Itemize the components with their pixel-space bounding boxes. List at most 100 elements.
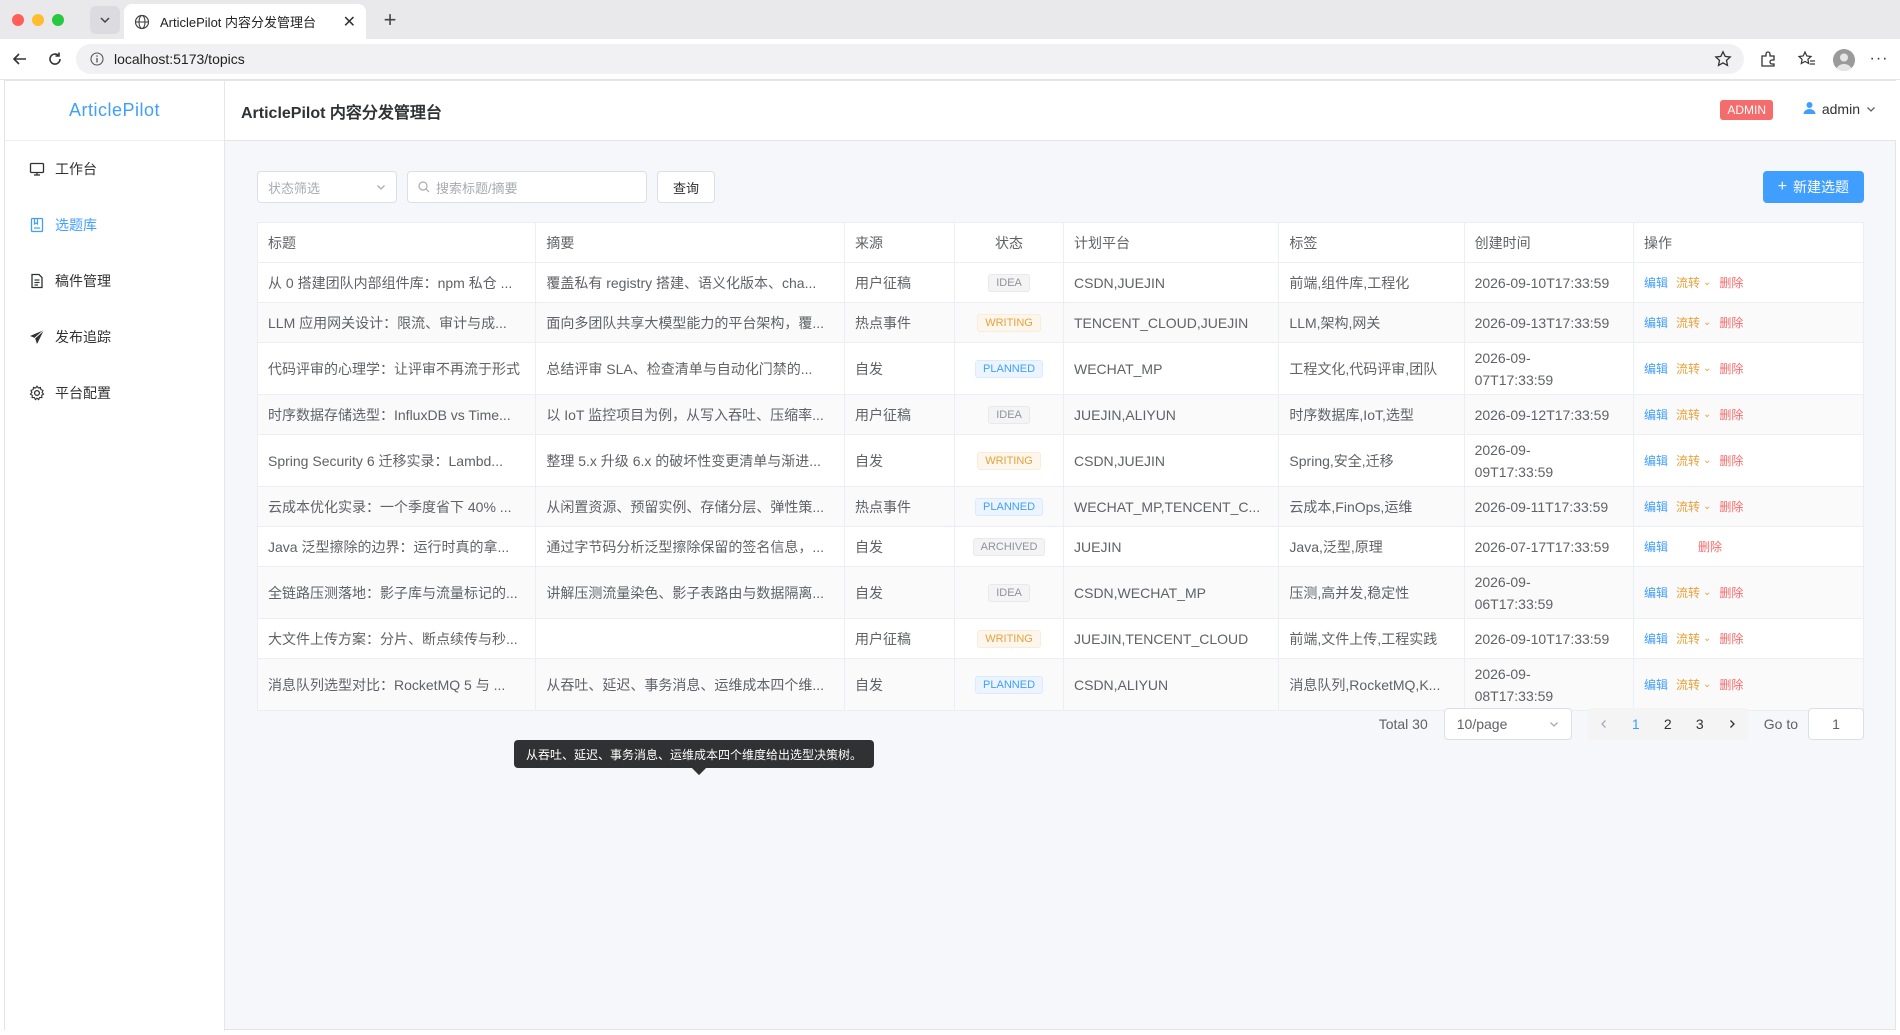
sidebar-item-publish-tracking[interactable]: 发布追踪 (5, 309, 224, 365)
delete-link[interactable]: 删除 (1719, 498, 1743, 515)
topics-table: 标题 摘要 来源 状态 计划平台 标签 创建时间 操作 从 0 搭建团队内部组件… (256, 222, 1864, 711)
chevron-right-icon (1729, 720, 1735, 728)
cell-platforms: JUEJIN,TENCENT_CLOUD (1062, 618, 1280, 659)
delete-link[interactable]: 删除 (1719, 314, 1743, 331)
edit-link[interactable]: 编辑 (1644, 630, 1668, 647)
edit-link[interactable]: 编辑 (1644, 452, 1668, 469)
flow-dropdown[interactable]: 流转 (1676, 498, 1700, 515)
edit-link[interactable]: 编辑 (1644, 314, 1668, 331)
new-tab-button[interactable]: + (376, 6, 404, 34)
page-list: 1 2 3 (1587, 708, 1748, 740)
search-placeholder: 搜索标题/摘要 (436, 180, 518, 196)
browser-tab[interactable]: ArticlePilot 内容分发管理台 ✕ (124, 4, 366, 39)
edit-link[interactable]: 编辑 (1644, 538, 1668, 555)
address-bar[interactable]: localhost:5173/topics (76, 44, 1744, 74)
tab-close-icon[interactable]: ✕ (343, 12, 356, 32)
pagination-total: Total 30 (1378, 716, 1428, 732)
page-1-button[interactable]: 1 (1620, 708, 1652, 740)
cell-created: 2026-09-10T17:33:59 (1463, 262, 1635, 303)
table-row: Java 泛型擦除的边界：运行时真的拿... 通过字节码分析泛型擦除保留的签名信息… (256, 526, 1864, 567)
profile-avatar[interactable] (1833, 49, 1855, 71)
status-tag: IDEA (988, 274, 1030, 292)
extensions-button[interactable] (1757, 48, 1779, 70)
page-2-button[interactable]: 2 (1652, 708, 1684, 740)
delete-link[interactable]: 删除 (1719, 584, 1743, 601)
cell-created: 2026-09- 06T17:33:59 (1463, 566, 1635, 619)
cell-tags: 云成本,FinOps,运维 (1278, 486, 1465, 527)
edit-link[interactable]: 编辑 (1644, 584, 1668, 601)
status-tag: PLANNED (975, 360, 1044, 378)
status-filter-select[interactable]: 状态筛选 (257, 171, 397, 203)
username: admin (1821, 101, 1860, 117)
close-window-button[interactable] (12, 14, 24, 26)
cell-platforms: JUEJIN,ALIYUN (1062, 394, 1280, 435)
favorites-button[interactable] (1796, 48, 1818, 70)
sidebar: ArticlePilot 工作台 选题库 稿件管理 发布追踪 平台配置 (5, 81, 225, 1031)
delete-link[interactable]: 删除 (1719, 676, 1743, 693)
cell-summary: 通过字节码分析泛型擦除保留的签名信息，... (535, 526, 845, 567)
prev-page-button[interactable] (1588, 708, 1620, 740)
sidebar-item-label: 工作台 (55, 161, 97, 177)
search-input[interactable]: 搜索标题/摘要 (407, 171, 647, 203)
sidebar-item-manuscripts[interactable]: 稿件管理 (5, 253, 224, 309)
browser-toolbar: localhost:5173/topics ··· (0, 39, 1900, 80)
reload-button[interactable] (44, 48, 66, 70)
cell-status: PLANNED (954, 486, 1064, 527)
cell-platforms: CSDN,WECHAT_MP (1062, 566, 1280, 619)
cell-source: 热点事件 (843, 486, 956, 527)
edit-link[interactable]: 编辑 (1644, 676, 1668, 693)
cell-actions: 编辑 流转 ⌄ 删除 (1633, 342, 1864, 395)
tab-title: ArticlePilot 内容分发管理台 (160, 15, 317, 30)
table-row: 全链路压测落地：影子库与流量标记的... 讲解压测流量染色、影子表路由与数据隔离.… (256, 566, 1864, 619)
back-button[interactable] (9, 48, 31, 70)
app-header: ArticlePilot 内容分发管理台 ADMIN admin (225, 81, 1896, 141)
delete-link[interactable]: 删除 (1719, 630, 1743, 647)
cell-tags: Spring,安全,迁移 (1278, 434, 1465, 487)
cell-status: WRITING (954, 434, 1064, 487)
cell-source: 自发 (843, 434, 956, 487)
cell-title: 代码评审的心理学：让评审不再流于形式 (256, 342, 537, 395)
delete-link[interactable]: 删除 (1719, 452, 1743, 469)
user-menu[interactable]: admin (1803, 101, 1876, 117)
more-menu-button[interactable]: ··· (1868, 48, 1890, 70)
cell-created: 2026-09- 07T17:33:59 (1463, 342, 1635, 395)
flow-dropdown[interactable]: 流转 (1676, 360, 1700, 377)
sidebar-item-platform-config[interactable]: 平台配置 (5, 365, 224, 421)
flow-dropdown[interactable]: 流转 (1676, 314, 1700, 331)
more-dots-icon: ··· (1869, 50, 1889, 67)
sidebar-item-topics[interactable]: 选题库 (5, 197, 224, 253)
cell-created: 2026-09- 09T17:33:59 (1463, 434, 1635, 487)
flow-dropdown[interactable]: 流转 (1676, 406, 1700, 423)
edit-link[interactable]: 编辑 (1644, 360, 1668, 377)
query-button[interactable]: 查询 (657, 171, 716, 203)
flow-dropdown[interactable]: 流转 (1676, 584, 1700, 601)
delete-link[interactable]: 删除 (1698, 538, 1722, 555)
next-page-button[interactable] (1716, 708, 1748, 740)
delete-link[interactable]: 删除 (1719, 406, 1743, 423)
sidebar-item-dashboard[interactable]: 工作台 (5, 141, 224, 197)
flow-dropdown[interactable]: 流转 (1676, 274, 1700, 291)
search-icon (418, 181, 430, 193)
cell-title: 云成本优化实录：一个季度省下 40% ... (256, 486, 537, 527)
table-row: 大文件上传方案：分片、断点续传与秒... 用户征稿 WRITING JUEJIN,TE… (256, 618, 1864, 659)
minimize-window-button[interactable] (32, 14, 44, 26)
bookmark-star-icon[interactable] (1714, 50, 1732, 68)
chevron-down-icon: ⌄ (1703, 317, 1712, 328)
edit-link[interactable]: 编辑 (1644, 498, 1668, 515)
cell-tags: LLM,架构,网关 (1278, 302, 1465, 343)
page-size-select[interactable]: 10/page (1443, 708, 1572, 740)
tab-list-button[interactable] (90, 6, 120, 34)
edit-link[interactable]: 编辑 (1644, 406, 1668, 423)
new-topic-button[interactable]: + 新建选题 (1762, 171, 1864, 203)
flow-dropdown[interactable]: 流转 (1676, 630, 1700, 647)
edit-link[interactable]: 编辑 (1644, 274, 1668, 291)
flow-dropdown[interactable]: 流转 (1676, 452, 1700, 469)
flow-dropdown[interactable]: 流转 (1676, 676, 1700, 693)
goto-page-input[interactable]: 1 (1808, 708, 1864, 740)
col-header-platforms: 计划平台 (1062, 222, 1280, 263)
delete-link[interactable]: 删除 (1719, 360, 1743, 377)
maximize-window-button[interactable] (52, 14, 64, 26)
page-3-button[interactable]: 3 (1684, 708, 1716, 740)
delete-link[interactable]: 删除 (1719, 274, 1743, 291)
cell-actions: 编辑 删除 (1633, 526, 1864, 567)
